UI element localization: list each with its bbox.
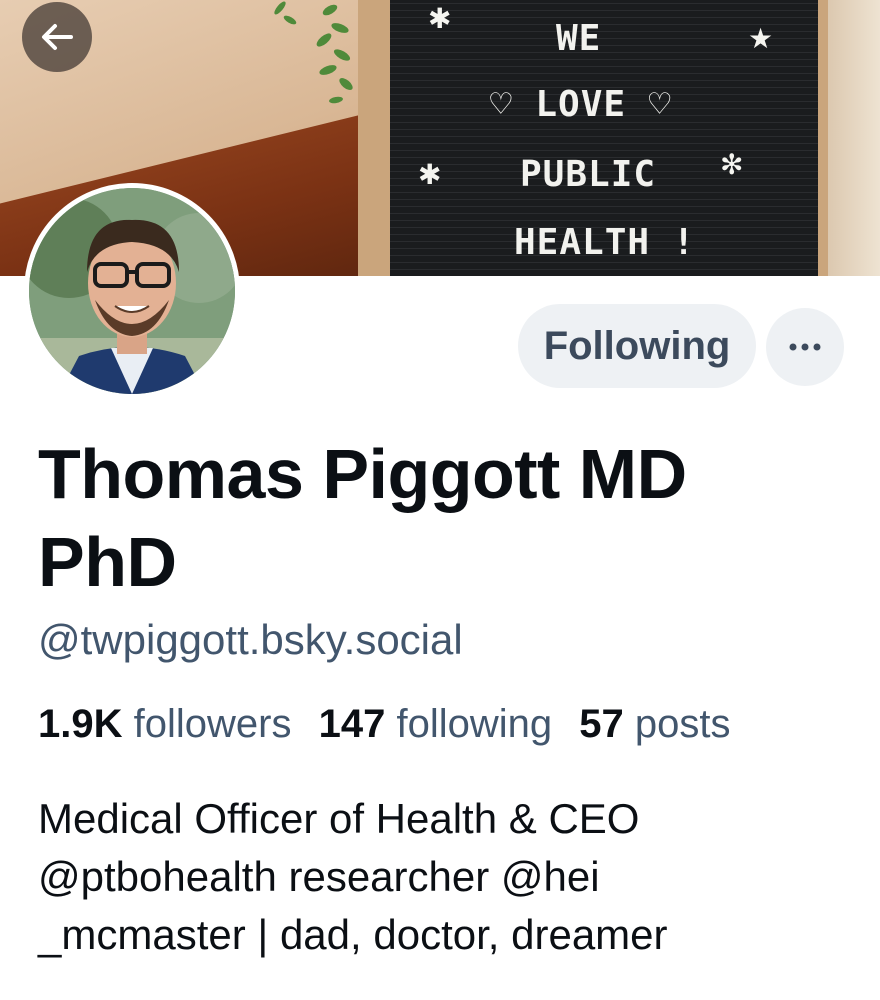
ellipsis-icon (789, 343, 821, 351)
banner-right-wall (820, 0, 880, 276)
followers-link[interactable]: 1.9K followers (38, 702, 291, 746)
avatar-photo (29, 188, 235, 394)
back-button[interactable] (22, 2, 92, 72)
plant-decoration (274, 1, 353, 104)
avatar[interactable] (24, 183, 240, 399)
display-name: Thomas Piggott MD PhD (38, 435, 687, 601)
profile-stats: 1.9K followers 147 following 57 posts (38, 702, 730, 747)
star-decoration-icon: ✻ (720, 149, 744, 180)
star-decoration-icon: ✱ (418, 159, 442, 190)
posts-count: 57 (579, 702, 624, 746)
profile-handle[interactable]: @twpiggott.bsky.social (38, 616, 463, 664)
star-decoration-icon: ✱ (428, 3, 452, 34)
followers-count: 1.9K (38, 702, 123, 746)
arrow-left-icon (42, 24, 73, 50)
letterboard-line: PUBLIC (520, 154, 657, 195)
bio-line: Medical Officer of Health & CEO (38, 795, 640, 842)
bio-line: _mcmaster | dad, doctor, dreamer (38, 911, 668, 958)
posts-label: posts (634, 702, 731, 746)
letterboard-line: WE (556, 18, 602, 59)
followers-label: followers (133, 702, 292, 746)
following-count: 147 (318, 702, 386, 746)
star-decoration-icon: ★ (748, 23, 774, 54)
letterboard: WE ♡ LOVE ♡ PUBLIC HEALTH ! ✱ ★ ✱ ✻ (390, 0, 818, 276)
following-label: following (396, 702, 553, 746)
more-options-button[interactable] (766, 308, 844, 386)
letterboard-line: ♡ LOVE ♡ (490, 84, 672, 125)
profile-bio: Medical Officer of Health & CEO @ptbohea… (38, 790, 858, 964)
following-button[interactable]: Following (518, 304, 756, 388)
letterboard-line: HEALTH ! (514, 222, 696, 263)
following-link[interactable]: 147 following (319, 702, 553, 746)
posts-count-group: 57 posts (579, 702, 730, 746)
bio-line: @ptbohealth researcher @hei (38, 853, 600, 900)
